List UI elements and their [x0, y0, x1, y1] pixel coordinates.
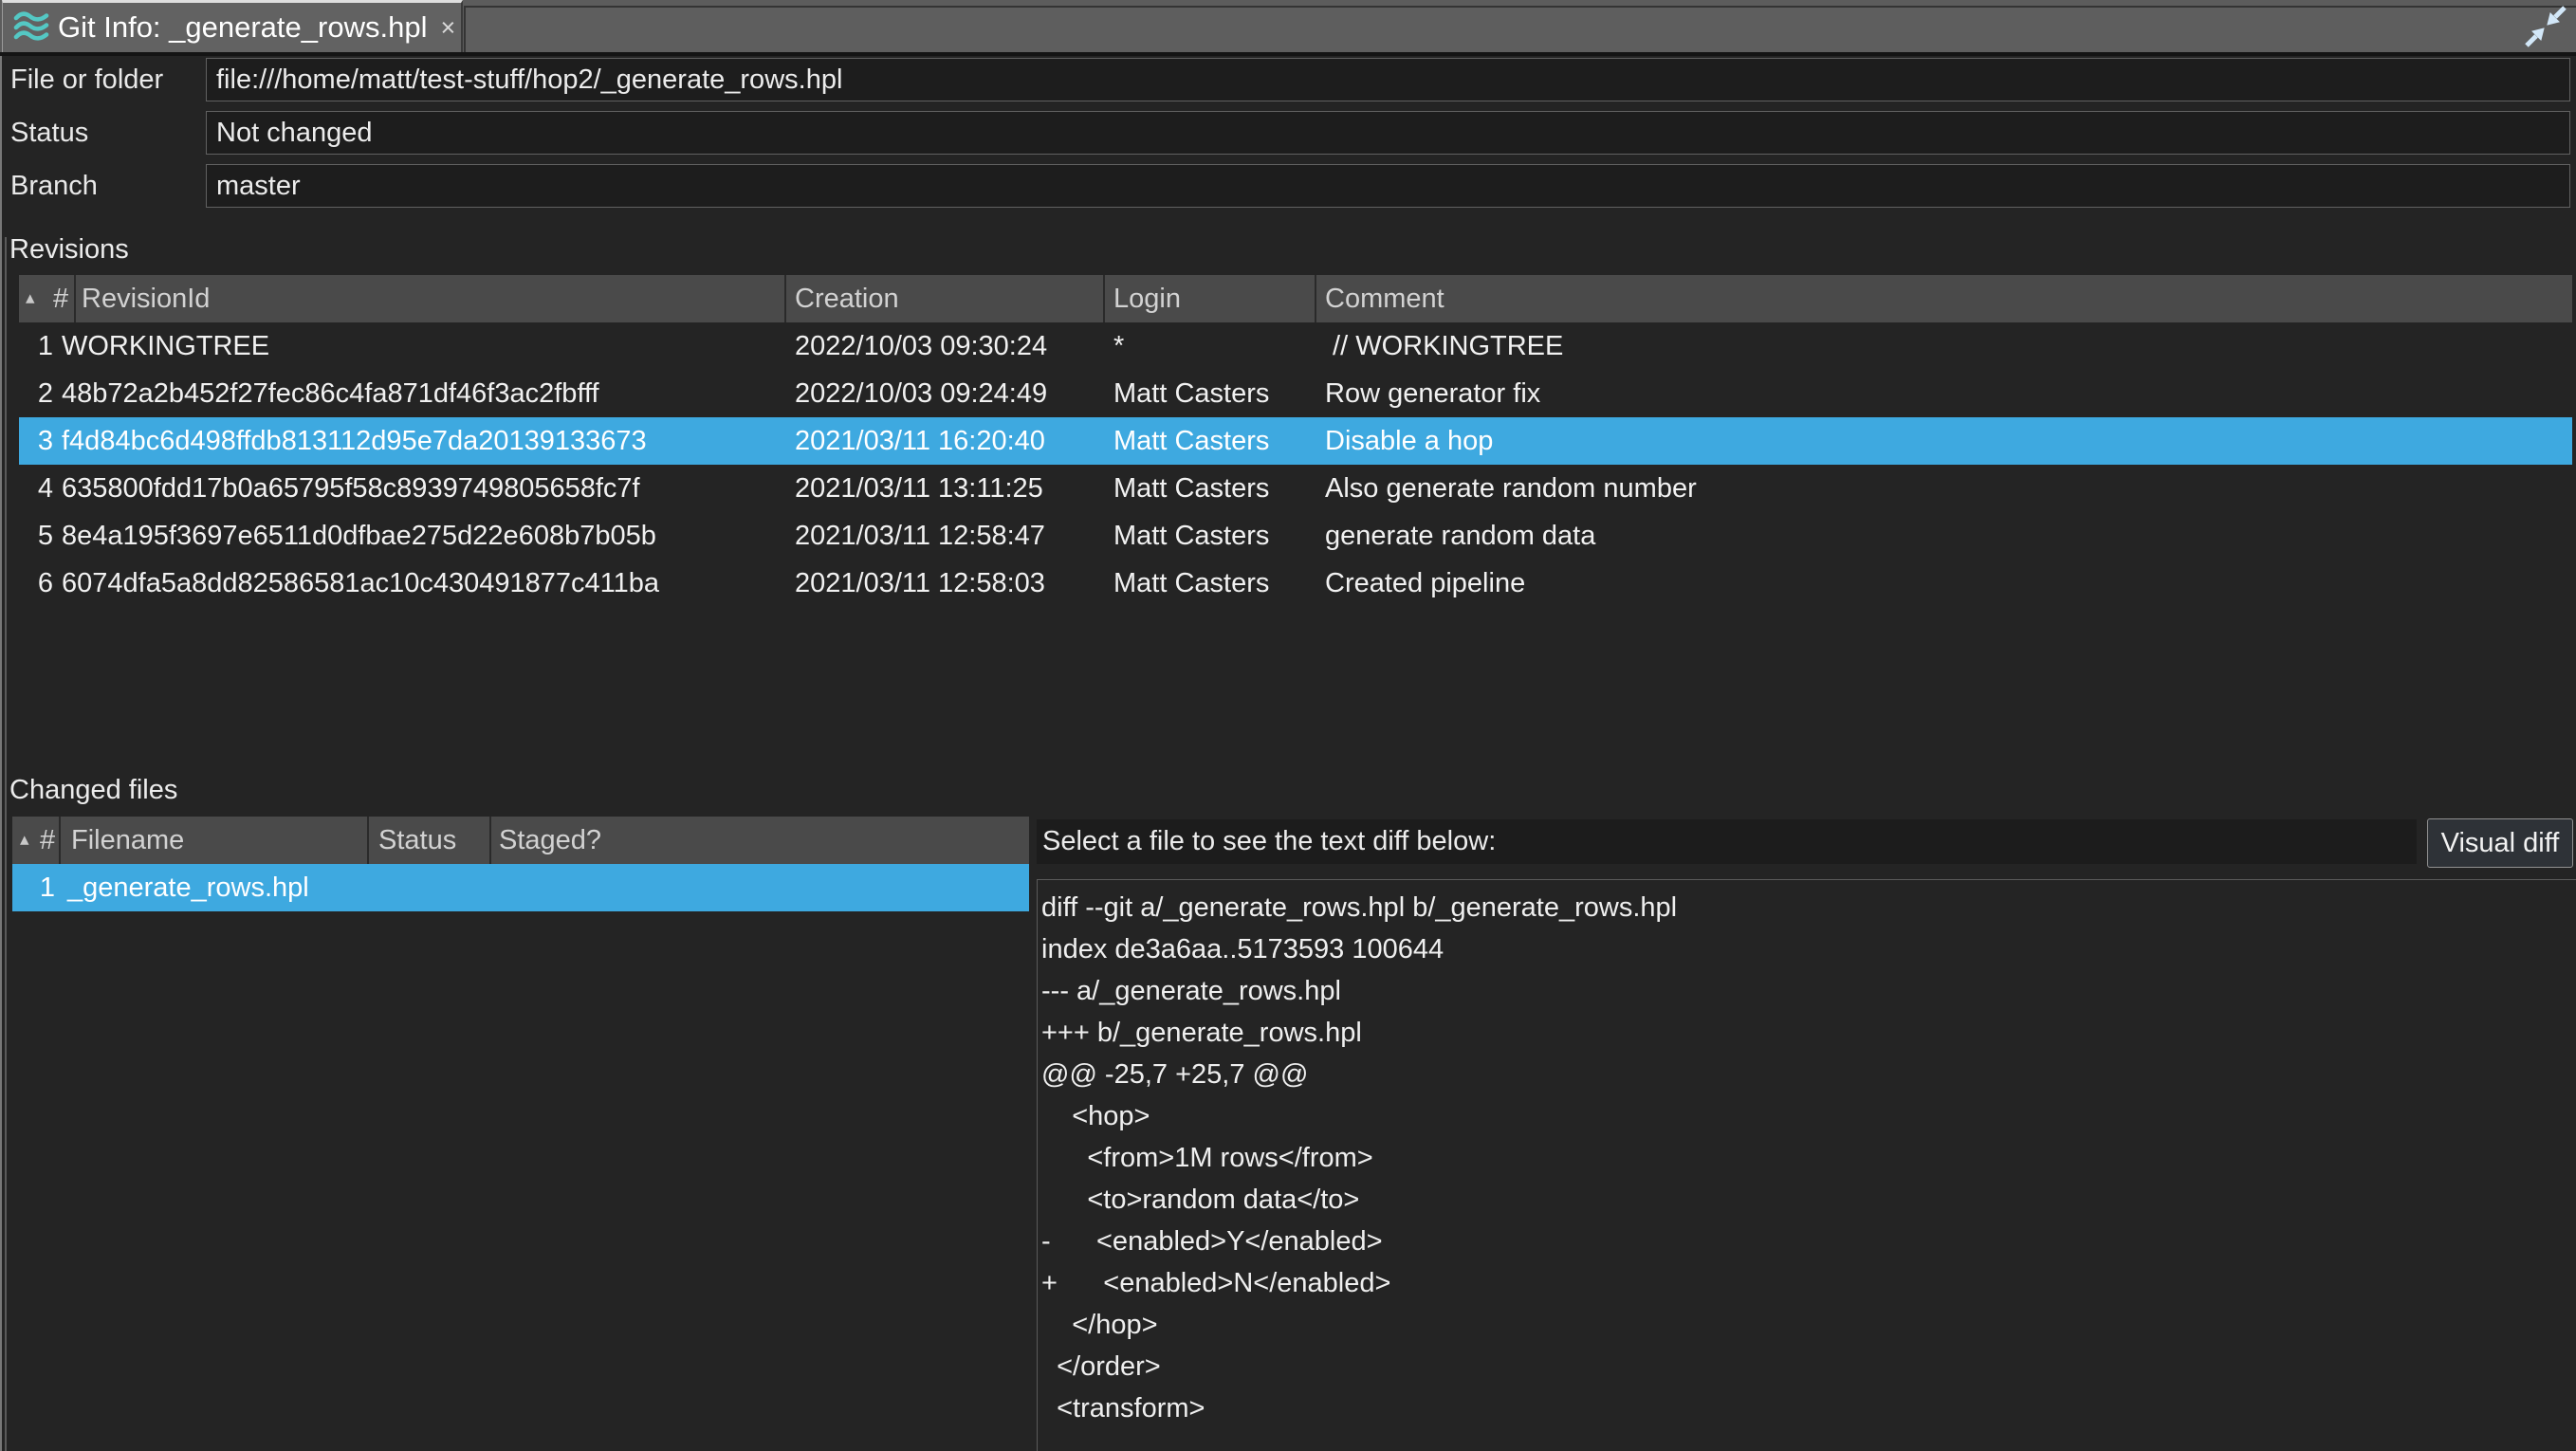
tab-git-info[interactable]: Git Info: _generate_rows.hpl × — [2, 0, 463, 52]
branch-input[interactable]: master — [206, 164, 2570, 208]
column-header-status[interactable]: Status — [369, 817, 491, 864]
column-header-file-num[interactable]: ▴ # — [12, 817, 61, 864]
revisions-table: ▴ # RevisionId Creation Login Comment 1 … — [19, 275, 2572, 607]
status-input[interactable]: Not changed — [206, 111, 2570, 155]
column-header-login[interactable]: Login — [1105, 275, 1316, 322]
changed-file-row-1-selected[interactable]: 1 _generate_rows.hpl — [12, 864, 1029, 911]
tab-close-icon[interactable]: × — [440, 15, 455, 41]
column-header-revisionid[interactable]: RevisionId — [76, 275, 786, 322]
tab-title: Git Info: _generate_rows.hpl — [58, 10, 427, 45]
column-header-num[interactable]: ▴ # — [19, 275, 76, 322]
diff-line: +++ b/_generate_rows.hpl — [1041, 1012, 2576, 1054]
revision-row-2[interactable]: 2 48b72a2b452f27fec86c4fa871df46f3ac2fbf… — [19, 370, 2572, 417]
diff-line: </order> — [1041, 1346, 2576, 1387]
tab-bar-recess — [464, 6, 2576, 52]
diff-line: - <enabled>Y</enabled> — [1041, 1221, 2576, 1262]
diff-line: <transform> — [1041, 1387, 2576, 1429]
restore-pane-icon[interactable] — [2523, 4, 2568, 49]
diff-line: <to>random data</to> — [1041, 1179, 2576, 1221]
column-header-filename[interactable]: Filename — [61, 817, 369, 864]
changed-files-table-header: ▴ # Filename Status Staged? — [12, 817, 1029, 864]
revision-row-4[interactable]: 4 635800fdd17b0a65795f58c8939749805658fc… — [19, 465, 2572, 512]
visual-diff-button[interactable]: Visual diff — [2427, 818, 2573, 868]
column-header-staged[interactable]: Staged? — [491, 817, 1029, 864]
revision-row-1[interactable]: 1 WORKINGTREE 2022/10/03 09:30:24 * // W… — [19, 322, 2572, 370]
diff-line: <hop> — [1041, 1095, 2576, 1137]
diff-hint-label: Select a file to see the text diff below… — [1037, 819, 2417, 864]
revisions-section-label: Revisions — [9, 230, 129, 268]
tabbar-divider — [0, 52, 2576, 56]
revisions-table-header: ▴ # RevisionId Creation Login Comment — [19, 275, 2572, 322]
diff-text-area[interactable]: diff --git a/_generate_rows.hpl b/_gener… — [1037, 879, 2576, 1451]
revision-row-6[interactable]: 6 6074dfa5a8dd82586581ac10c430491877c411… — [19, 560, 2572, 607]
sort-ascending-icon: ▴ — [26, 275, 53, 322]
revision-row-3-selected[interactable]: 3 f4d84bc6d498ffdb813112d95e7da201391336… — [19, 417, 2572, 465]
panel-border-inner — [5, 237, 7, 1451]
branch-label: Branch — [10, 164, 98, 208]
tab-bar: Git Info: _generate_rows.hpl × — [0, 0, 2576, 52]
sort-ascending-icon: ▴ — [20, 817, 32, 864]
diff-line: + <enabled>N</enabled> — [1041, 1262, 2576, 1304]
status-label: Status — [10, 111, 88, 155]
file-or-folder-input[interactable]: file:///home/matt/test-stuff/hop2/_gener… — [206, 58, 2570, 101]
column-header-comment[interactable]: Comment — [1316, 275, 2572, 322]
diff-line: <from>1M rows</from> — [1041, 1137, 2576, 1179]
git-info-window: Git Info: _generate_rows.hpl × File or f… — [0, 0, 2576, 1451]
diff-line: --- a/_generate_rows.hpl — [1041, 970, 2576, 1012]
column-header-creation[interactable]: Creation — [786, 275, 1105, 322]
git-info-waves-icon — [12, 9, 50, 46]
diff-line: index de3a6aa..5173593 100644 — [1041, 928, 2576, 970]
diff-line: </hop> — [1041, 1304, 2576, 1346]
panel-border-left — [0, 56, 2, 1451]
changed-files-section-label: Changed files — [9, 771, 177, 809]
diff-line: diff --git a/_generate_rows.hpl b/_gener… — [1041, 887, 2576, 928]
revision-row-5[interactable]: 5 8e4a195f3697e6511d0dfbae275d22e608b7b0… — [19, 512, 2572, 560]
diff-line: @@ -25,7 +25,7 @@ — [1041, 1054, 2576, 1095]
changed-files-table: ▴ # Filename Status Staged? 1 _generate_… — [12, 817, 1029, 911]
file-or-folder-label: File or folder — [10, 58, 163, 101]
